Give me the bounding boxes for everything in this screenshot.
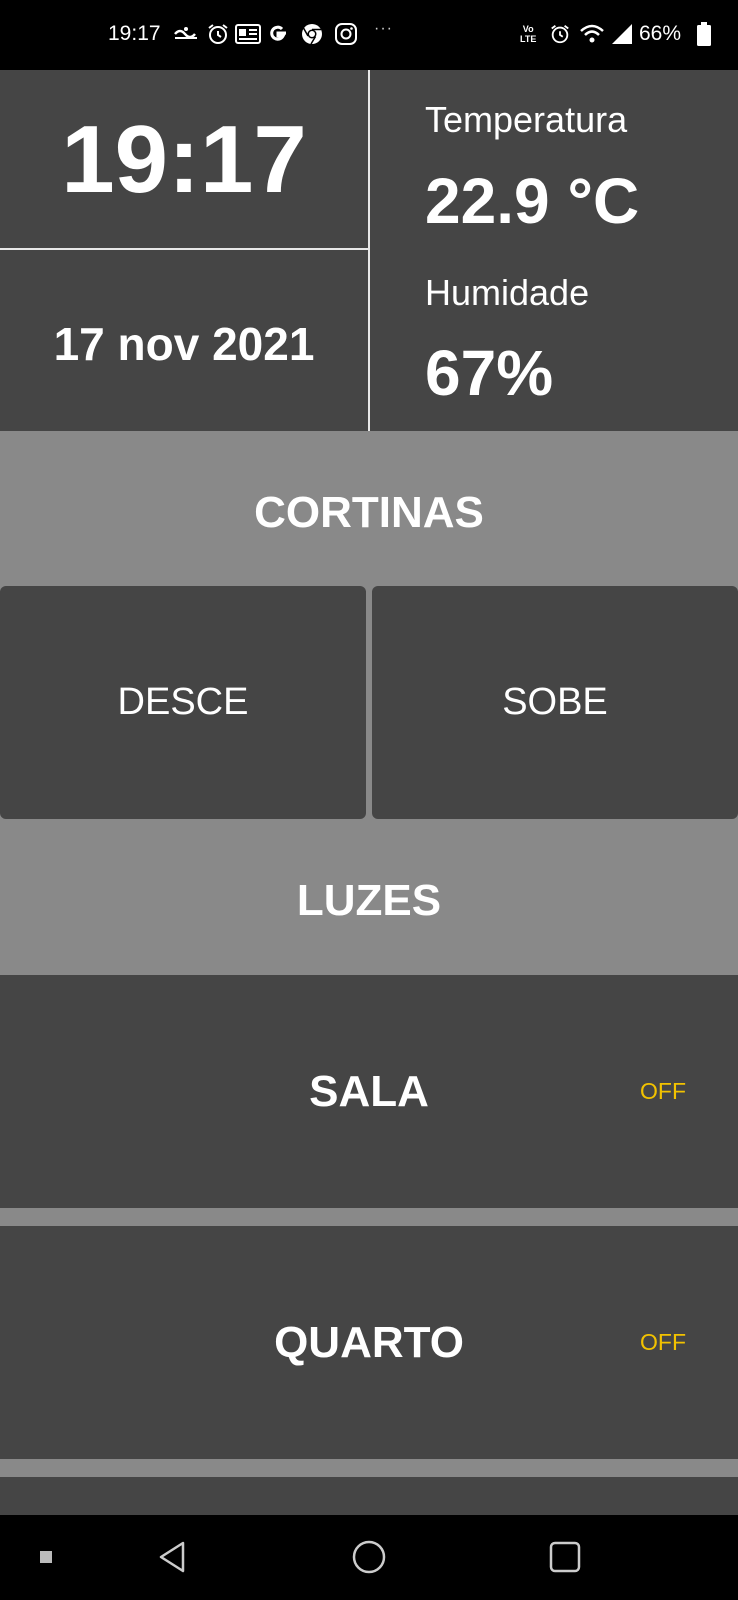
chrome-icon [298, 20, 326, 48]
light-state: OFF [640, 1329, 686, 1355]
status-bar: 19:17 ··· Vo LTE 66% [0, 0, 738, 70]
light-state: OFF [640, 1078, 686, 1104]
cortinas-title: CORTINAS [254, 488, 484, 537]
curtain-up-button[interactable]: SOBE [372, 586, 738, 819]
more-notifications-icon: ··· [374, 20, 393, 37]
status-time: 19:17 [108, 22, 161, 45]
clock: 19:17 [61, 106, 307, 213]
navigation-bar [0, 1515, 738, 1600]
recents-icon[interactable] [543, 1535, 587, 1579]
back-icon[interactable] [150, 1535, 194, 1579]
volte-icon: Vo LTE [520, 24, 537, 44]
light-toggle-quarto[interactable]: QUARTO OFF [0, 1226, 738, 1459]
horizontal-divider [0, 248, 368, 250]
alarm-icon [204, 20, 232, 48]
info-panel: 19:17 17 nov 2021 Temperatura 22.9 °C Hu… [0, 70, 738, 431]
humidity-value: 67% [425, 337, 554, 409]
temperature-value: 22.9 °C [425, 165, 640, 237]
luzes-title: LUZES [296, 876, 442, 925]
curtain-up-label: SOBE [502, 681, 608, 723]
light-toggle-next[interactable] [0, 1477, 738, 1515]
battery-icon [690, 20, 718, 48]
vertical-divider [368, 70, 370, 431]
temperature-label: Temperatura [425, 99, 628, 140]
alarm-icon [546, 20, 574, 48]
light-toggle-sala[interactable]: SALA OFF [0, 975, 738, 1208]
battery-percent: 66% [639, 22, 682, 45]
controls-panel: CORTINAS DESCE SOBE LUZES SALA OFF QUART… [0, 431, 738, 1515]
humidity-label: Humidade [425, 272, 590, 313]
home-icon[interactable] [347, 1535, 391, 1579]
signal-icon [608, 20, 636, 48]
wifi-icon [578, 20, 606, 48]
curtain-down-label: DESCE [117, 681, 249, 723]
curtain-down-button[interactable]: DESCE [0, 586, 366, 819]
menu-square-icon[interactable] [24, 1535, 68, 1579]
google-g-icon [264, 20, 292, 48]
date: 17 nov 2021 [53, 318, 315, 370]
google-logo-icon [172, 20, 200, 48]
instagram-icon [332, 20, 360, 48]
news-icon [234, 20, 262, 48]
